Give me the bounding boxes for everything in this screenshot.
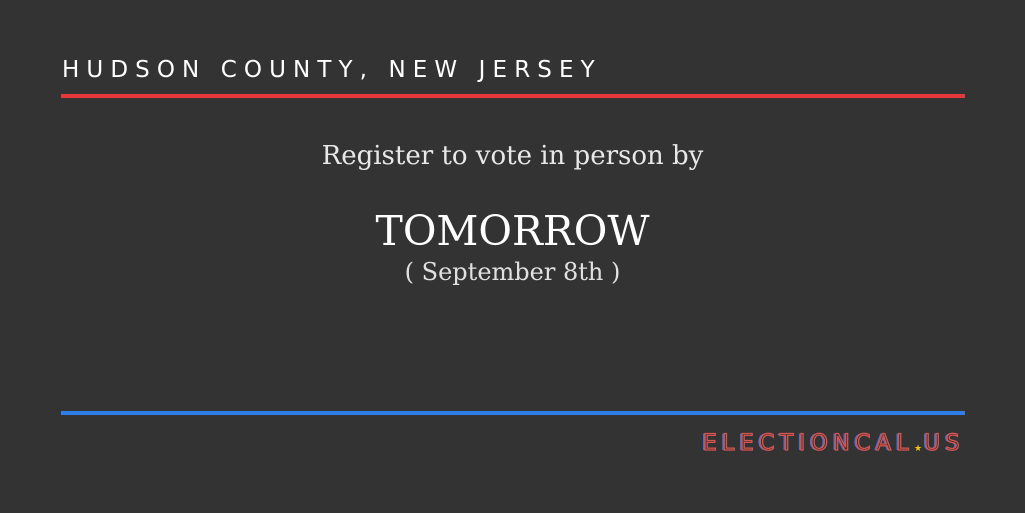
logo-tld: US <box>923 430 965 456</box>
deadline-text: TOMORROW <box>375 207 650 255</box>
registration-message: Register to vote in person by <box>321 141 704 171</box>
notice-card: HUDSON COUNTY, NEW JERSEY Register to vo… <box>0 0 1025 513</box>
location-heading: HUDSON COUNTY, NEW JERSEY <box>62 57 602 83</box>
logo-name: ELECTIONCAL <box>702 430 915 456</box>
red-divider <box>61 94 965 98</box>
electioncal-logo: ELECTIONCAL ★ US <box>702 428 965 458</box>
blue-divider <box>61 411 965 415</box>
deadline-date: ( September 8th ) <box>404 258 621 286</box>
star-icon: ★ <box>914 443 923 454</box>
